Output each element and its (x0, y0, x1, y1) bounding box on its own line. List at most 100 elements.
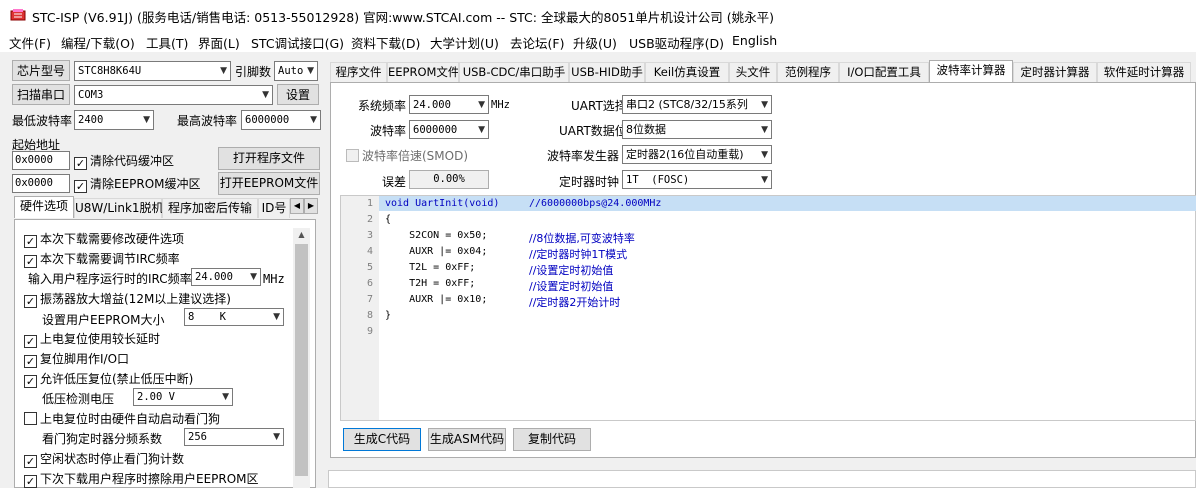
chevron-down-icon: ▼ (478, 125, 485, 135)
option-modify-hardware[interactable]: ✓ 本次下载需要修改硬件选项 (24, 230, 184, 248)
port-settings-button[interactable]: 设置 (277, 84, 319, 105)
checkbox-icon: ✓ (24, 375, 37, 388)
tab-usb-cdc[interactable]: USB-CDC/串口助手 (459, 62, 569, 82)
line-number: 2 (366, 214, 373, 225)
menu-downloads[interactable]: 资料下载(D) (351, 33, 420, 52)
baud-generator-value: 定时器2(16位自动重载) (626, 148, 744, 161)
option-label: 下次下载用户程序时擦除用户EEPROM区 (40, 472, 259, 486)
option-idle-stop-watchdog[interactable]: ✓ 空闲状态时停止看门狗计数 (24, 450, 184, 468)
tab-scroll-left-button[interactable]: ◀ (290, 198, 304, 214)
option-erase-eeprom[interactable]: ✓ 下次下载用户程序时擦除用户EEPROM区 (24, 470, 259, 488)
tab-eeprom-file[interactable]: EEPROM文件 (387, 62, 459, 82)
irc-frequency-select[interactable]: 24.000 ▼ (191, 268, 261, 286)
sys-freq-select[interactable]: 24.000 ▼ (409, 95, 489, 114)
scan-port-button[interactable]: 扫描串口 (12, 84, 70, 105)
option-label: 本次下载需要调节IRC频率 (40, 252, 180, 266)
watchdog-divider-select[interactable]: 256 ▼ (184, 428, 284, 446)
menu-forum[interactable]: 去论坛(F) (510, 33, 564, 52)
tab-encrypted-transfer[interactable]: 程序加密后传输 (162, 198, 258, 218)
timer-clock-value: 1T (FOSC) (626, 174, 690, 186)
chevron-down-icon: ▼ (273, 432, 280, 442)
tab-usb-hid[interactable]: USB-HID助手 (569, 62, 645, 82)
menu-english[interactable]: English (732, 33, 777, 48)
generate-c-code-button[interactable]: 生成C代码 (343, 428, 421, 451)
generate-asm-code-button[interactable]: 生成ASM代码 (428, 428, 506, 451)
option-auto-watchdog[interactable]: 上电复位时由硬件自动启动看门狗 (24, 410, 220, 427)
tab-u8w-offline[interactable]: U8W/Link1脱机 (74, 198, 164, 218)
max-baud-select[interactable]: 6000000 ▼ (241, 110, 321, 130)
code-comment: //6000000bps@24.000MHz (529, 198, 662, 209)
tab-keil-sim[interactable]: Keil仿真设置 (645, 62, 729, 82)
tab-hardware-options[interactable]: 硬件选项 (14, 196, 74, 218)
tab-program-file[interactable]: 程序文件 (330, 62, 387, 82)
min-baud-select[interactable]: 2400 ▼ (74, 110, 154, 130)
tab-io-config[interactable]: I/O口配置工具 (839, 62, 929, 82)
current-line-highlight (379, 196, 1196, 211)
uart-bits-value: 8位数据 (626, 123, 666, 136)
chevron-down-icon: ▼ (220, 66, 227, 76)
clear-eeprom-buffer-checkbox[interactable]: ✓ 清除EEPROM缓冲区 (74, 175, 201, 193)
menu-upgrade[interactable]: 升级(U) (573, 33, 617, 52)
option-label: 上电复位使用较长延时 (40, 332, 161, 346)
eeprom-address-input[interactable]: 0x0000 (12, 174, 70, 193)
code-address-input[interactable]: 0x0000 (12, 151, 70, 170)
code-line: { (385, 214, 392, 225)
option-adjust-irc[interactable]: ✓ 本次下载需要调节IRC频率 (24, 250, 180, 268)
checkbox-icon: ✓ (24, 235, 37, 248)
uart-bits-select[interactable]: 8位数据 ▼ (622, 120, 772, 139)
menu-program-download[interactable]: 编程/下载(O) (61, 33, 135, 52)
menu-interface[interactable]: 界面(L) (198, 33, 240, 52)
option-osc-gain[interactable]: ✓ 振荡器放大增益(12M以上建议选择) (24, 290, 231, 308)
menu-stc-debug[interactable]: STC调试接口(G) (251, 33, 344, 52)
code-line: } (385, 310, 392, 321)
open-eeprom-file-button[interactable]: 打开EEPROM文件 (218, 172, 320, 195)
chevron-down-icon: ▼ (273, 312, 280, 322)
option-label: 本次下载需要修改硬件选项 (40, 232, 185, 246)
option-reset-pin-io[interactable]: ✓ 复位脚用作I/O口 (24, 350, 129, 368)
window-title: STC-ISP (V6.91J) (服务电话/销售电话: 0513-550129… (32, 10, 775, 25)
scrollbar-thumb[interactable] (295, 244, 308, 476)
option-long-reset-delay[interactable]: ✓ 上电复位使用较长延时 (24, 330, 160, 348)
eeprom-size-label: 设置用户EEPROM大小 (42, 313, 165, 327)
copy-code-button[interactable]: 复制代码 (513, 428, 591, 451)
menu-university[interactable]: 大学计划(U) (430, 33, 499, 52)
option-low-voltage-reset[interactable]: ✓ 允许低压复位(禁止低压中断) (24, 370, 193, 388)
chip-model-button[interactable]: 芯片型号 (12, 60, 70, 81)
scroll-up-icon[interactable]: ▲ (293, 228, 310, 242)
pin-count-select[interactable]: Auto ▼ (274, 61, 318, 81)
tab-delay-calculator[interactable]: 软件延时计算器 (1097, 62, 1191, 82)
menu-file[interactable]: 文件(F) (9, 33, 51, 52)
line-number: 3 (366, 230, 373, 241)
open-program-file-button[interactable]: 打开程序文件 (218, 147, 320, 170)
chip-model-select[interactable]: STC8H8K64U ▼ (74, 61, 231, 81)
menu-tools[interactable]: 工具(T) (146, 33, 188, 52)
tab-scroll-right-button[interactable]: ▶ (304, 198, 318, 214)
checkbox-icon: ✓ (24, 475, 37, 488)
smod-checkbox[interactable]: 波特率倍速(SMOD) (346, 147, 468, 164)
timer-clock-select[interactable]: 1T (FOSC) ▼ (622, 170, 772, 189)
uart-select[interactable]: 串口2 (STC8/32/15系列 ▼ (622, 95, 772, 114)
tab-id-number[interactable]: ID号 (258, 198, 290, 218)
chevron-down-icon: ▼ (761, 175, 768, 185)
tab-examples[interactable]: 范例程序 (777, 62, 839, 82)
tab-header-file[interactable]: 头文件 (729, 62, 777, 82)
line-number: 9 (366, 326, 373, 337)
clear-code-buffer-checkbox[interactable]: ✓ 清除代码缓冲区 (74, 152, 174, 170)
eeprom-size-value: 8 K (188, 311, 226, 323)
chevron-down-icon: ▼ (478, 100, 485, 110)
baud-generator-select[interactable]: 定时器2(16位自动重载) ▼ (622, 145, 772, 164)
low-voltage-select[interactable]: 2.00 V ▼ (133, 388, 233, 406)
tab-baud-calculator[interactable]: 波特率计算器 (929, 60, 1013, 83)
eeprom-size-select[interactable]: 8 K ▼ (184, 308, 284, 326)
code-editor[interactable] (340, 195, 1196, 421)
menu-usb-driver[interactable]: USB驱动程序(D) (629, 33, 724, 52)
line-number: 1 (366, 198, 373, 209)
pin-count-label: 引脚数 (235, 65, 272, 79)
tab-timer-calculator[interactable]: 定时器计算器 (1013, 62, 1097, 82)
com-port-select[interactable]: COM3 ▼ (74, 85, 273, 105)
option-label: 复位脚用作I/O口 (40, 352, 130, 366)
baud-rate-select[interactable]: 6000000 ▼ (409, 120, 489, 139)
option-label: 允许低压复位(禁止低压中断) (40, 372, 194, 386)
chevron-left-icon: ◀ (293, 201, 301, 210)
baud-generator-label: 波特率发生器 (547, 149, 620, 163)
